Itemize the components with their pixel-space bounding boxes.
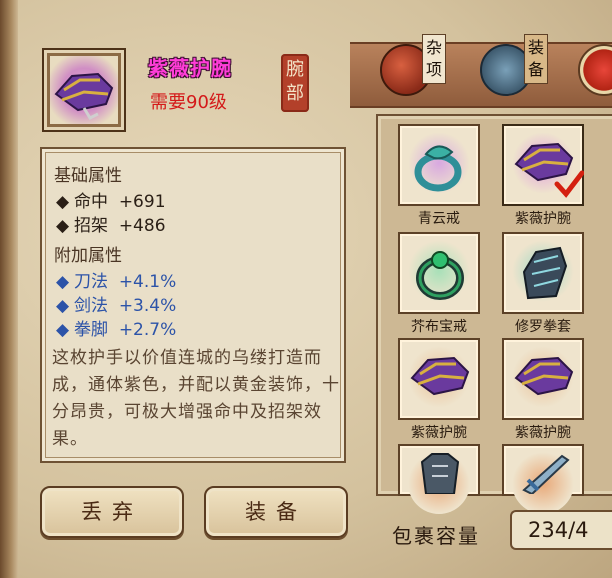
extra-stat-row: ◆ 拳脚 +2.7% — [56, 315, 176, 340]
diamond-bullet-icon: ◆ — [56, 216, 70, 236]
inventory-slot-label: 修罗拳套 — [515, 319, 571, 335]
tab-consumables[interactable] — [566, 34, 612, 104]
stat-value: +2.7% — [118, 320, 177, 340]
inventory-slot-label: 紫薇护腕 — [411, 425, 467, 441]
tab-equipment[interactable]: 装备 — [468, 34, 548, 104]
stat-value: +691 — [118, 192, 166, 212]
base-attributes-title: 基础属性 — [54, 166, 122, 186]
extra-attributes-title: 附加属性 — [54, 246, 122, 266]
item-icon-frame — [42, 48, 126, 132]
equip-button[interactable]: 装备 — [204, 486, 348, 538]
left-frame-border — [0, 0, 18, 578]
item-description: 这枚护手以价值连城的乌缕打造而成，通体紫色，并配以黄金装饰，十分昂贵，可极大增强… — [52, 348, 340, 449]
discard-button[interactable]: 丢弃 — [40, 486, 184, 538]
stat-value: +4.1% — [118, 272, 177, 292]
purple-bracer-icon — [54, 72, 114, 120]
inventory-slot[interactable] — [502, 338, 584, 420]
stat-name: 拳脚 — [74, 320, 108, 340]
stat-name: 刀法 — [74, 272, 108, 292]
stat-name: 招架 — [74, 216, 108, 236]
slot-seal: 腕 部 — [281, 54, 309, 112]
slot-seal-char-2: 部 — [286, 83, 304, 104]
base-stat-row: ◆ 招架 +486 — [56, 211, 166, 236]
item-stats-panel: 基础属性 ◆ 命中 +691 ◆ 招架 +486 附加属性 ◆ 刀法 +4.1% ◆ 剑… — [40, 147, 346, 463]
tab-misc[interactable]: 杂项 — [368, 34, 446, 104]
purple-bracer-icon — [410, 356, 470, 396]
diamond-bullet-icon: ◆ — [56, 192, 70, 212]
diamond-bullet-icon: ◆ — [56, 296, 70, 316]
fruit-plate-icon — [578, 44, 612, 96]
gauntlet-icon — [522, 246, 568, 300]
jade-ring-icon — [414, 145, 462, 192]
inventory-slot-label: 青云戒 — [418, 211, 460, 227]
stat-value: +486 — [118, 216, 166, 236]
inventory-slot-label: 芥布宝戒 — [411, 319, 467, 335]
inventory-slot[interactable] — [398, 124, 480, 206]
inventory-capacity-label: 包裹容量 — [392, 524, 480, 548]
item-name: 紫薇护腕 — [148, 56, 232, 80]
diamond-bullet-icon: ◆ — [56, 272, 70, 292]
inventory-slot[interactable] — [398, 338, 480, 420]
inventory-slot-selected[interactable] — [502, 124, 584, 206]
stat-name: 剑法 — [74, 296, 108, 316]
checkmark-icon — [554, 170, 584, 198]
diamond-bullet-icon: ◆ — [56, 320, 70, 340]
level-requirement: 需要90级 — [150, 92, 227, 113]
extra-stat-row: ◆ 剑法 +3.4% — [56, 291, 176, 316]
armor-icon — [420, 453, 460, 494]
extra-stat-row: ◆ 刀法 +4.1% — [56, 267, 176, 292]
tab-equipment-label: 装备 — [524, 34, 548, 84]
slot-seal-char-1: 腕 — [286, 59, 304, 80]
blade-icon — [522, 454, 570, 494]
green-ring-icon — [416, 251, 464, 300]
inventory-slot[interactable] — [398, 444, 480, 514]
inventory-slot[interactable] — [502, 232, 584, 314]
purple-bracer-icon — [514, 356, 574, 396]
item-icon-background — [50, 56, 118, 124]
inventory-slot-label: 紫薇护腕 — [515, 211, 571, 227]
stat-name: 命中 — [74, 192, 108, 212]
stat-value: +3.4% — [118, 296, 177, 316]
inventory-slot-label: 紫薇护腕 — [515, 425, 571, 441]
base-stat-row: ◆ 命中 +691 — [56, 187, 166, 212]
inventory-slot[interactable] — [398, 232, 480, 314]
tab-misc-label: 杂项 — [422, 34, 446, 84]
inventory-slot[interactable] — [502, 444, 584, 514]
inventory-capacity-value: 234/4 — [510, 510, 612, 550]
